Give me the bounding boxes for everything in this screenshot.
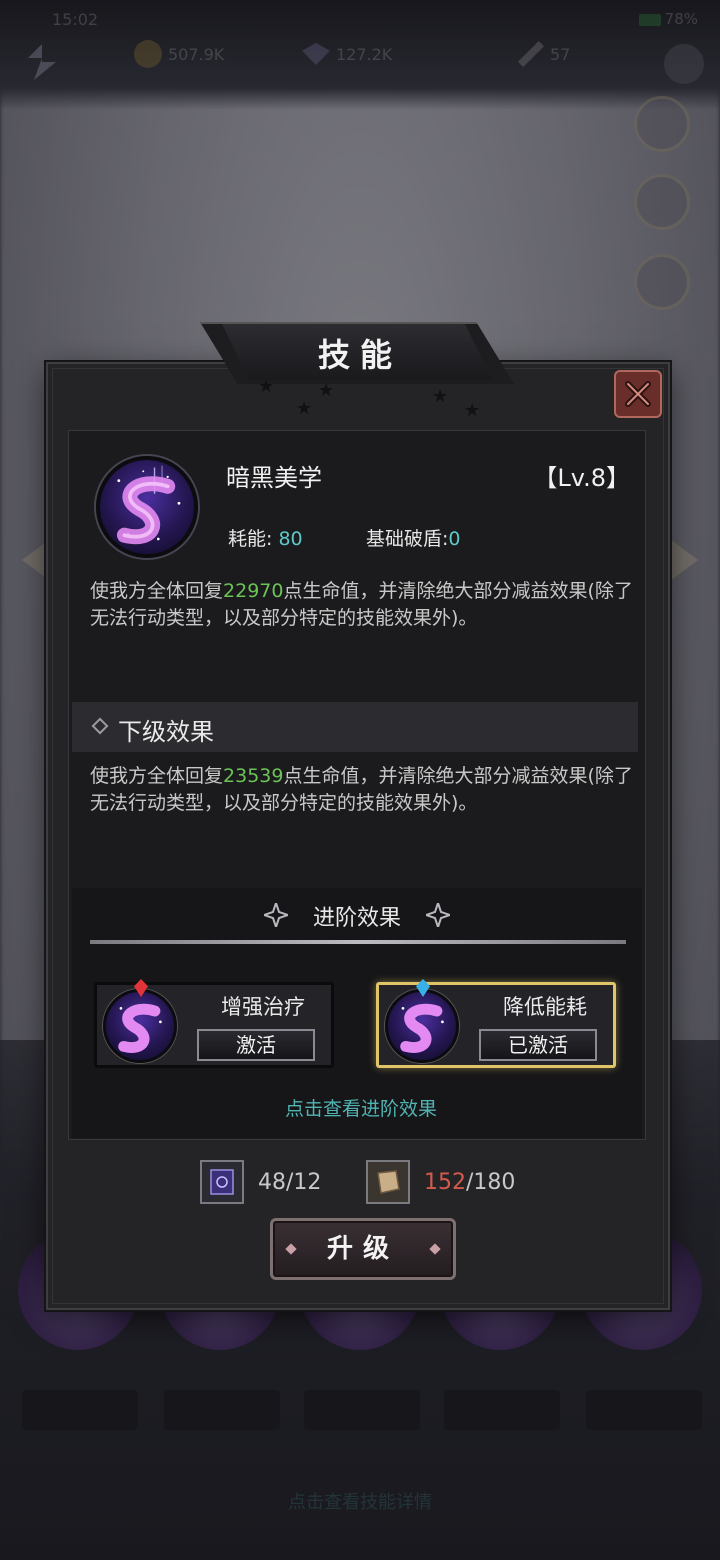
next-level-description: 使我方全体回复23539点生命值，并清除绝大部分减益效果(除了无法行动类型，以及…	[90, 763, 635, 817]
shield-break-value: 0	[448, 528, 461, 550]
four-point-star-icon	[426, 903, 450, 927]
material-scroll: 152/180	[366, 1160, 515, 1204]
view-advanced-effects-link[interactable]: 点击查看进阶效果	[72, 1094, 650, 1121]
dialog-title: 技能	[317, 336, 402, 374]
diamond-icon	[429, 1243, 441, 1255]
energy-cost: 耗能: 80	[228, 524, 303, 551]
star-icon: ★	[318, 380, 335, 401]
activate-button[interactable]: 激活	[197, 1029, 315, 1061]
advanced-skill-icon	[103, 989, 177, 1063]
skill-desc-value: 22970	[223, 580, 284, 602]
advanced-effects-title: 进阶效果	[312, 906, 401, 931]
divider	[90, 940, 626, 944]
shield-break: 基础破盾:0	[366, 524, 461, 551]
diamond-icon	[91, 717, 109, 735]
next-level-header: 下级效果	[72, 702, 638, 752]
scroll-have: 152	[424, 1169, 466, 1195]
next-level-title: 下级效果	[118, 718, 214, 746]
advanced-card-reduce-cost[interactable]: 降低能耗 已激活	[376, 979, 616, 1068]
material-book: 48/12	[200, 1160, 321, 1204]
advanced-card-enhance-heal[interactable]: 增强治疗 激活	[94, 979, 334, 1068]
close-icon	[625, 381, 651, 407]
scroll-need: /180	[466, 1169, 516, 1195]
star-icon: ★	[432, 386, 449, 407]
book-need: /12	[286, 1169, 322, 1195]
upgrade-button-label: 升级	[326, 1234, 399, 1264]
advanced-card-name: 增强治疗	[221, 995, 305, 1019]
upgrade-button[interactable]: 升级	[270, 1218, 456, 1280]
shield-break-label: 基础破盾:	[366, 528, 449, 550]
skill-desc-prefix: 使我方全体回复	[90, 580, 224, 602]
diamond-icon	[285, 1243, 297, 1255]
energy-cost-label: 耗能:	[228, 528, 273, 550]
star-icon: ★	[296, 398, 313, 419]
close-button[interactable]	[614, 370, 662, 418]
star-icon: ★	[464, 400, 481, 421]
skill-name: 暗黑美学	[226, 464, 322, 492]
next-desc-value: 23539	[223, 765, 284, 787]
energy-cost-value: 80	[278, 528, 303, 550]
skill-description: 使我方全体回复22970点生命值，并清除绝大部分减益效果(除了无法行动类型，以及…	[90, 578, 635, 632]
scroll-icon[interactable]	[366, 1160, 410, 1204]
star-icon: ★	[258, 376, 275, 397]
advanced-card-name: 降低能耗	[503, 995, 587, 1019]
skill-book-icon[interactable]	[200, 1160, 244, 1204]
skill-level: 【Lv.8】	[533, 464, 630, 492]
book-have: 48	[258, 1169, 286, 1195]
advanced-skill-icon	[385, 989, 459, 1063]
next-desc-prefix: 使我方全体回复	[90, 765, 224, 787]
skill-icon	[96, 456, 198, 558]
activated-button[interactable]: 已激活	[479, 1029, 597, 1061]
